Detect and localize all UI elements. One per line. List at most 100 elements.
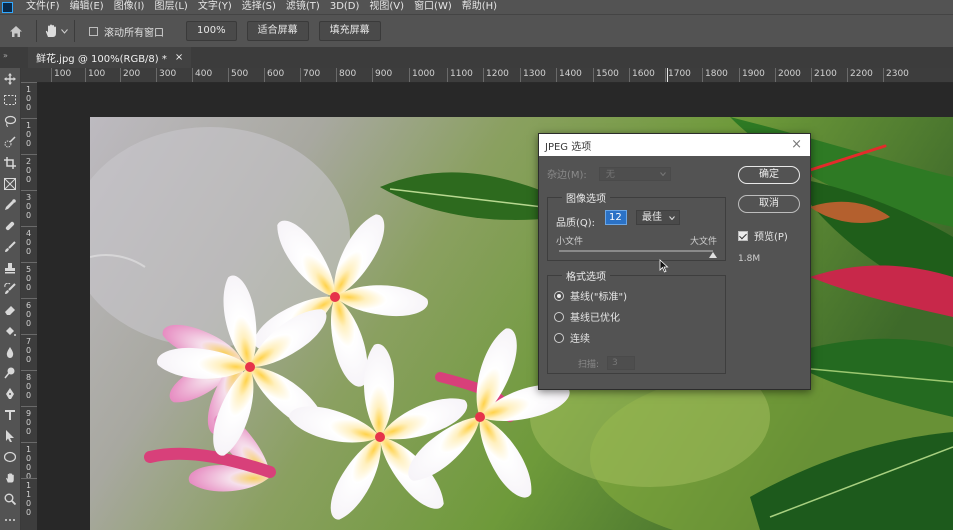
hand-icon [45, 24, 56, 37]
marquee-tool-icon[interactable] [2, 92, 18, 108]
scroll-all-windows-label: 滚动所有窗口 [104, 27, 164, 39]
menu-view[interactable]: 视图(V) [364, 0, 409, 14]
ruler-tick [21, 118, 37, 119]
close-icon[interactable]: × [791, 137, 802, 152]
vertical-ruler[interactable]: 100 100 200 300 400 500 600 700 800 900 10001100 [21, 82, 38, 530]
healing-brush-tool-icon[interactable] [2, 218, 18, 234]
brush-tool-icon[interactable] [2, 239, 18, 255]
quality-slider-thumb[interactable] [709, 252, 717, 258]
hand-tool-preset-picker[interactable] [43, 23, 68, 39]
progressive-label: 连续 [570, 334, 590, 345]
fit-screen-button[interactable]: 适合屏幕 [246, 21, 309, 41]
blur-tool-icon[interactable] [2, 344, 18, 360]
menu-filter[interactable]: 滤镜(T) [281, 0, 325, 14]
eyedropper-tool-icon[interactable] [2, 197, 18, 213]
ruler-tick [21, 334, 37, 335]
chevron-down-icon [659, 171, 666, 176]
pen-tool-icon[interactable] [2, 386, 18, 402]
menu-select[interactable]: 选择(S) [237, 0, 281, 14]
ruler-label: 100 [54, 69, 72, 79]
quality-slider-track[interactable] [559, 250, 713, 252]
quality-input[interactable]: 12 [605, 210, 627, 225]
collapse-panel-icon[interactable]: » [3, 51, 8, 60]
ruler-tick [21, 370, 37, 371]
checkbox-checked[interactable] [738, 230, 748, 241]
ruler-tick [21, 442, 37, 443]
ruler-label: 200 [123, 69, 141, 79]
small-file-label: 小文件 [556, 237, 584, 247]
ruler-label: 1200 [486, 69, 509, 79]
home-icon [10, 25, 22, 37]
file-size-text: 1.8M [738, 254, 761, 264]
ruler-label: 500 [231, 69, 249, 79]
document-tab[interactable]: 鲜花.jpg @ 100%(RGB/8) * × [28, 47, 192, 68]
document-tab-title: 鲜花.jpg @ 100%(RGB/8) * [36, 54, 167, 65]
menu-image[interactable]: 图像(I) [109, 0, 150, 14]
menu-3d[interactable]: 3D(D) [325, 0, 365, 14]
clone-stamp-tool-icon[interactable] [2, 260, 18, 276]
horizontal-ruler[interactable]: 100 100 200 300 400 500 600 700 800 900 … [37, 68, 953, 83]
menu-help[interactable]: 帮助(H) [457, 0, 502, 14]
scans-row: 扫描: 3 [578, 356, 636, 370]
checkbox-box[interactable] [89, 26, 98, 36]
baseline-optimized-radio[interactable]: 基线已优化 [554, 309, 620, 324]
eraser-tool-icon[interactable] [2, 302, 18, 318]
ruler-tick [21, 82, 37, 83]
baseline-standard-radio[interactable]: 基线("标准") [554, 288, 627, 303]
cancel-button[interactable]: 取消 [738, 195, 800, 213]
ruler-label: 100 [88, 69, 106, 79]
ruler-tick [21, 478, 37, 479]
divider [36, 20, 37, 42]
history-brush-tool-icon[interactable] [2, 281, 18, 297]
lasso-tool-icon[interactable] [2, 113, 18, 129]
dodge-tool-icon[interactable] [2, 365, 18, 381]
matte-select[interactable]: 无 [598, 166, 671, 181]
quick-selection-tool-icon[interactable] [2, 134, 18, 150]
menu-file[interactable]: 文件(F) [21, 0, 65, 14]
fill-screen-button[interactable]: 填充屏幕 [318, 21, 381, 41]
radio-unselected[interactable] [554, 311, 564, 322]
zoom-100-button[interactable]: 100% [186, 21, 237, 41]
jpeg-options-dialog: JPEG 选项 × 杂边(M): 无 图像选项 品质(Q): 12 最佳 小文件… [538, 133, 811, 390]
menu-type[interactable]: 文字(Y) [193, 0, 237, 14]
crop-tool-icon[interactable] [2, 155, 18, 171]
ruler-tick [21, 406, 37, 407]
ruler-label: 400 [26, 229, 32, 256]
zoom-tool-icon[interactable] [2, 491, 18, 507]
more-tools-icon[interactable] [2, 512, 18, 528]
ruler-label: 700 [303, 69, 321, 79]
hand-tool-icon[interactable] [2, 470, 18, 486]
path-selection-tool-icon[interactable] [2, 428, 18, 444]
scans-select[interactable]: 3 [607, 356, 636, 370]
move-tool-icon[interactable] [2, 71, 18, 87]
quality-preset-select[interactable]: 最佳 [636, 210, 680, 225]
ruler-label: 1000 [412, 69, 435, 79]
paint-bucket-tool-icon[interactable] [2, 323, 18, 339]
type-tool-icon[interactable] [2, 407, 18, 423]
chevron-down-icon [61, 28, 68, 34]
matte-label: 杂边(M): [547, 170, 587, 181]
ruler-label: 1600 [632, 69, 655, 79]
menu-window[interactable]: 窗口(W) [409, 0, 457, 14]
photoshop-logo-icon[interactable] [2, 1, 13, 13]
ruler-label: 1500 [596, 69, 619, 79]
radio-unselected[interactable] [554, 332, 564, 343]
options-bar: 滚动所有窗口 100% 适合屏幕 填充屏幕 [0, 14, 953, 47]
ok-button[interactable]: 确定 [738, 166, 800, 184]
radio-selected[interactable] [554, 290, 564, 301]
menu-edit[interactable]: 编辑(E) [65, 0, 109, 14]
home-button[interactable] [2, 17, 30, 45]
ellipse-tool-icon[interactable] [2, 449, 18, 465]
menu-layer[interactable]: 图层(L) [149, 0, 192, 14]
preview-checkbox[interactable]: 预览(P) [738, 228, 788, 243]
close-icon[interactable]: × [175, 52, 183, 63]
dialog-title-bar[interactable]: JPEG 选项 × [539, 134, 810, 156]
ruler-label: 1000 [26, 445, 32, 481]
ruler-label: 900 [26, 409, 32, 436]
document-tab-bar: » 鲜花.jpg @ 100%(RGB/8) * × [0, 47, 953, 68]
frame-tool-icon[interactable] [2, 176, 18, 192]
scroll-all-windows-checkbox[interactable]: 滚动所有窗口 [89, 24, 164, 39]
menu-bar: 文件(F) 编辑(E) 图像(I) 图层(L) 文字(Y) 选择(S) 滤镜(T… [0, 0, 953, 14]
ruler-label: 2000 [778, 69, 801, 79]
progressive-radio[interactable]: 连续 [554, 330, 590, 345]
